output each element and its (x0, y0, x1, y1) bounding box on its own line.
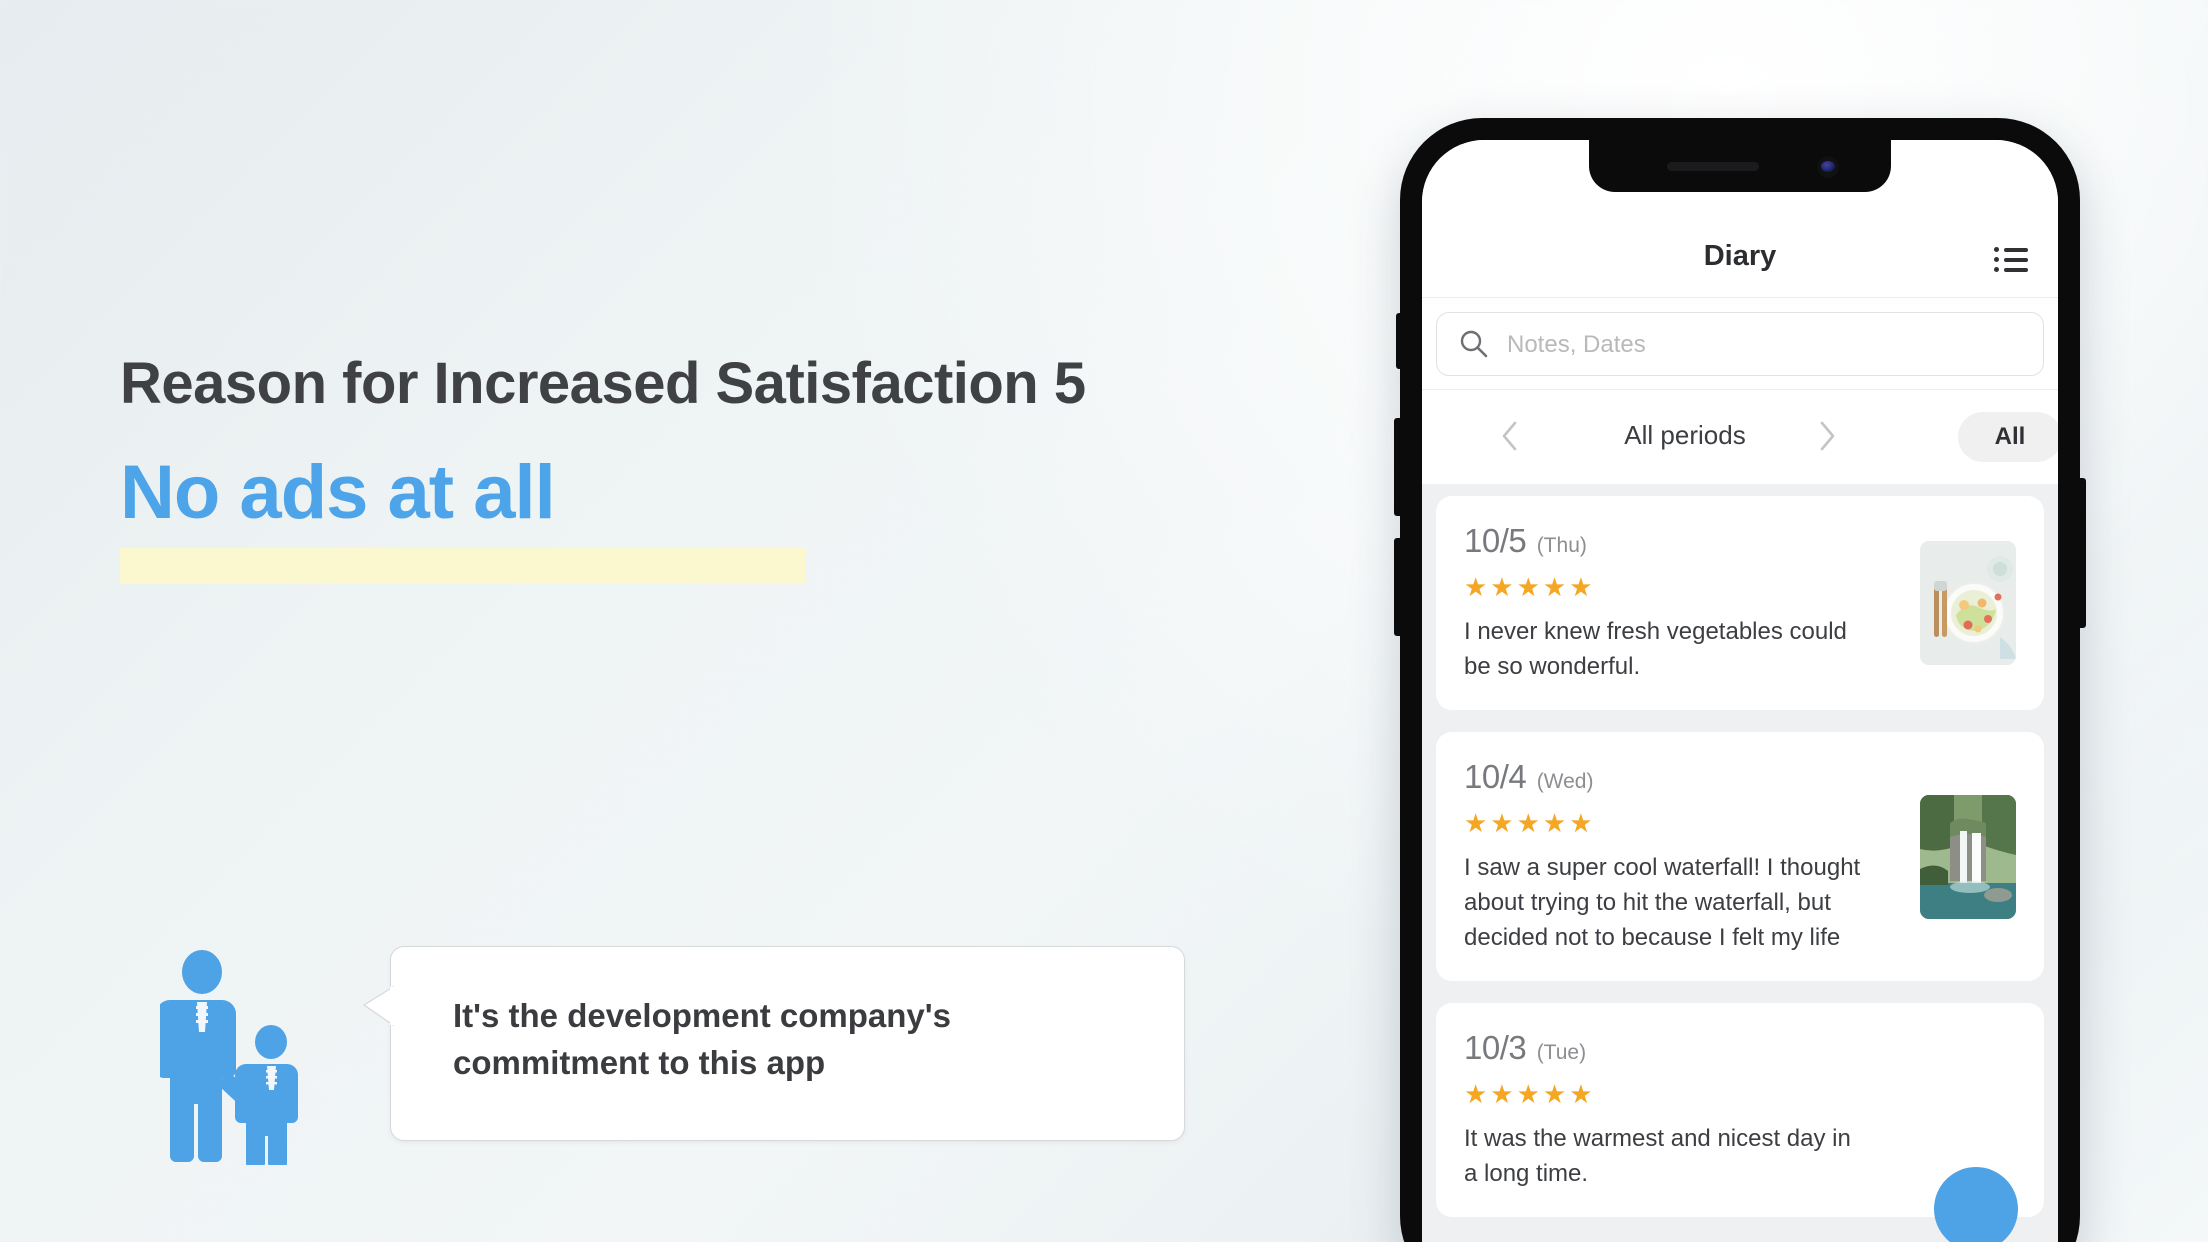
phone-mockup: Diary Notes, Dates All periods All 10/5 … (1394, 118, 2086, 1242)
highlight-underline (120, 548, 805, 584)
phone-notch (1589, 140, 1891, 192)
search-placeholder: Notes, Dates (1507, 331, 1646, 358)
phone-mute-switch[interactable] (1396, 313, 1403, 369)
subheadline: No ads at all (120, 450, 556, 535)
entry-thumbnail[interactable] (1920, 794, 2016, 919)
entry-text: It was the warmest and nicest day in a l… (1464, 1125, 1851, 1188)
period-filter-bar: All periods All (1422, 390, 2058, 484)
phone-screen: Diary Notes, Dates All periods All 10/5 … (1422, 140, 2058, 1242)
search-input[interactable]: Notes, Dates (1436, 312, 2044, 376)
entry-date-row: 10/4 (Wed) (1464, 758, 2016, 796)
entry-date: 10/5 (1464, 522, 1527, 559)
app-title: Diary (1703, 240, 1777, 272)
slide-content-pane: Reason for Increased Satisfaction 5 No a… (0, 0, 1390, 1242)
search-icon (1460, 330, 1488, 358)
bubble-tail-icon (362, 985, 394, 1027)
entry-date-row: 10/3 (Tue) (1464, 1029, 2016, 1067)
entry-text: I saw a super cool waterfall! I thought … (1464, 854, 1861, 952)
entry-date: 10/3 (1464, 1029, 1527, 1067)
earpiece-speaker-icon (1667, 162, 1759, 171)
phone-volume-down-button[interactable] (1394, 538, 1402, 636)
entry-thumbnail[interactable] (1920, 541, 2016, 666)
list-item[interactable]: 10/3 (Tue) ★★★★★ It was the warmest and … (1436, 1003, 2044, 1242)
front-camera-icon (1817, 156, 1839, 178)
chevron-right-icon[interactable] (1817, 420, 1837, 452)
list-item[interactable]: 10/5 (Thu) ★★★★★ I never knew fresh vege… (1436, 496, 2044, 711)
parent-and-child-icon (156, 950, 315, 1168)
search-zone: Notes, Dates (1422, 298, 2058, 390)
entry-day-of-week: (Tue) (1536, 1041, 1587, 1065)
add-entry-button[interactable] (1934, 1167, 2018, 1242)
diary-entry-list[interactable]: 10/5 (Thu) ★★★★★ I never knew fresh vege… (1422, 484, 2058, 1242)
entry-day-of-week: (Wed) (1536, 770, 1594, 794)
bulleted-list-icon[interactable] (1994, 247, 2028, 273)
entry-text: I never knew fresh vegetables could be s… (1464, 618, 1847, 681)
phone-power-button[interactable] (2078, 478, 2086, 628)
testimonial-text: It's the development company's commitmen… (453, 997, 951, 1081)
entry-day-of-week: (Thu) (1536, 534, 1587, 557)
filter-pill-all[interactable]: All (1958, 412, 2058, 462)
list-item[interactable]: 10/4 (Wed) ★★★★★ I saw a super cool wate… (1436, 732, 2044, 982)
testimonial-bubble: It's the development company's commitmen… (362, 946, 1185, 1141)
phone-volume-up-button[interactable] (1394, 418, 1402, 516)
entry-date: 10/4 (1464, 758, 1527, 796)
page-title: Reason for Increased Satisfaction 5 (120, 351, 1086, 416)
rating-stars: ★★★★★ (1464, 1079, 1596, 1110)
